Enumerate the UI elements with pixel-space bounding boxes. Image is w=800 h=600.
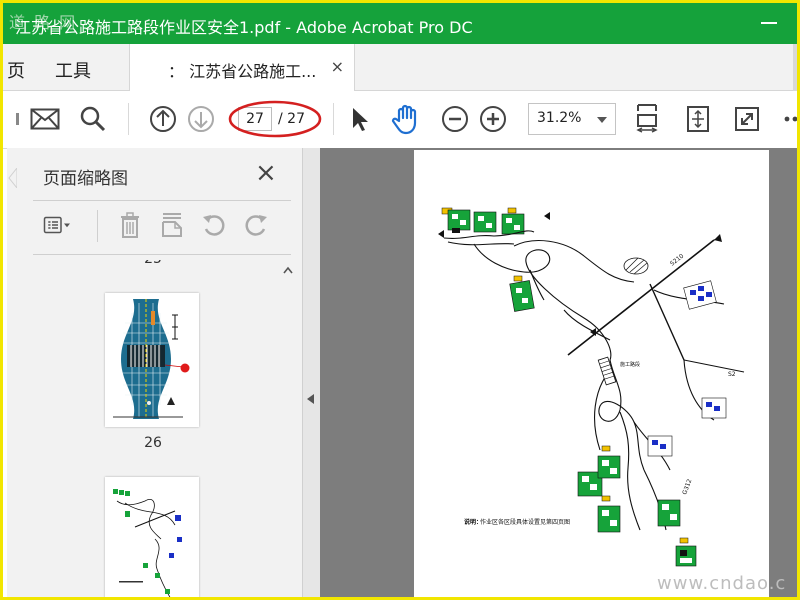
more-icon[interactable] [777, 103, 797, 135]
menu-bar: 页 工具 [3, 44, 797, 91]
tab-strip-edge [793, 44, 797, 91]
panel-toolbar-divider [97, 210, 98, 242]
sign-green-lower-left [577, 445, 621, 497]
tab-label: ： 江苏省公路施工... [168, 62, 317, 81]
tab-close-icon[interactable]: × [331, 57, 344, 76]
chevron-down-icon [597, 117, 607, 123]
sign-cluster-top [441, 207, 525, 235]
menu-home[interactable]: 页 [7, 57, 25, 83]
rotate-right-icon[interactable] [241, 210, 271, 240]
panel-collapse-handle[interactable] [302, 148, 320, 597]
mail-icon[interactable] [29, 103, 61, 135]
road-label: G312 [681, 478, 693, 496]
thumbnail-page-number: 26 [144, 435, 162, 451]
panel-close-icon[interactable]: × [255, 158, 277, 188]
collapse-arrow-icon [307, 394, 314, 404]
toolbar-divider [333, 103, 334, 135]
zoom-in-icon[interactable] [477, 103, 509, 135]
panel-pointer-icon [8, 168, 17, 188]
tab-document[interactable]: ： 江苏省公路施工... × [129, 44, 355, 91]
minimize-button[interactable] [761, 22, 777, 24]
title-bar: 道 路 网 江苏省公路施工路段作业区安全1.pdf - Adobe Acroba… [3, 3, 797, 44]
pdf-page: S210 G312 S2 施工路段 说明： 作业区各区段具体设置见第四页图 [414, 150, 769, 597]
panel-divider [33, 254, 291, 255]
thumbnail-options-icon[interactable] [43, 210, 73, 240]
legend-text: 作业区各区段具体设置见第四页图 [480, 518, 570, 526]
road-label: S2 [728, 371, 736, 378]
hand-icon[interactable] [390, 103, 422, 135]
menu-tools[interactable]: 工具 [55, 57, 91, 83]
sign-green-left [509, 275, 535, 312]
thumbnail-image [113, 299, 190, 419]
highlight-ellipse [228, 100, 322, 138]
app-window: 道 路 网 江苏省公路施工路段作业区安全1.pdf - Adobe Acroba… [0, 0, 800, 600]
panel-divider [33, 200, 291, 201]
window-title: 江苏省公路施工路段作业区安全1.pdf - Adobe Acrobat Pro … [15, 18, 473, 37]
zoom-select[interactable]: 31.2% [528, 103, 616, 135]
next-page-icon[interactable] [185, 103, 217, 135]
thumbnail-page-number: 25 [103, 260, 203, 267]
thumbnail-list: 25 [39, 260, 279, 597]
fit-page-icon[interactable] [631, 103, 663, 135]
fullscreen-icon[interactable] [731, 103, 763, 135]
scroll-up-icon[interactable] [283, 266, 293, 274]
thumbnail-image [113, 489, 182, 597]
toolbar [3, 91, 797, 149]
prev-page-icon[interactable] [147, 103, 179, 135]
site-label: 施工路段 [620, 361, 640, 368]
select-arrow-icon[interactable] [343, 103, 375, 135]
rotate-left-icon[interactable] [199, 210, 229, 240]
rotate-view-icon[interactable] [682, 103, 714, 135]
toolbar-divider [128, 103, 129, 135]
site-map-diagram: S210 G312 S2 施工路段 说明： 作业区各区段具体设置见第四页图 [438, 207, 745, 567]
zoom-out-icon[interactable] [439, 103, 471, 135]
site-watermark: www.cndao.c [657, 573, 787, 594]
thumbnails-panel: 页面缩略图 × 25 [7, 148, 302, 597]
trash-icon[interactable] [115, 210, 145, 240]
sign-green-bottom [597, 495, 697, 567]
thumbnail-page-26[interactable] [105, 293, 199, 427]
thumbnail-scrollbar[interactable] [279, 260, 297, 597]
extract-page-icon[interactable] [157, 210, 187, 240]
zoom-value: 31.2% [537, 110, 582, 126]
search-icon[interactable] [77, 103, 109, 135]
document-viewport[interactable]: S210 G312 S2 施工路段 说明： 作业区各区段具体设置见第四页图 [320, 148, 797, 597]
thumbnail-page-27[interactable] [105, 477, 199, 597]
panel-title: 页面缩略图 [43, 169, 128, 189]
